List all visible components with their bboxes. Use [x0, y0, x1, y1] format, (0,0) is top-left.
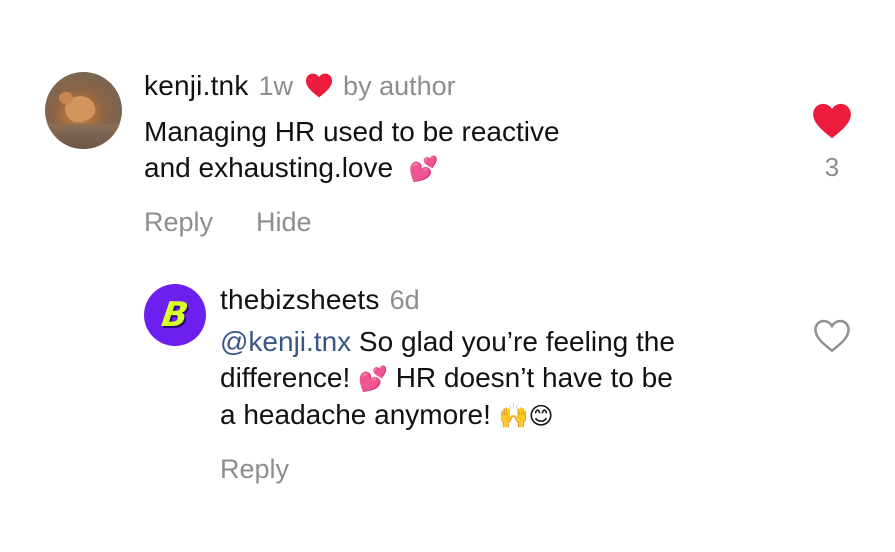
reply-button[interactable]: Reply: [144, 207, 213, 238]
reply-text-line2-wrap: difference! 💕 HR doesn’t have to be: [220, 360, 675, 397]
comment-header: kenji.tnk 1w by author: [144, 70, 456, 102]
author-liked-heart-icon: [305, 73, 333, 103]
avatar-cat-head: [59, 92, 73, 104]
commenter-avatar[interactable]: [45, 72, 122, 149]
hearts-emoji: 💕: [358, 365, 388, 393]
reply-like: [813, 319, 851, 358]
hearts-emoji: 💕: [408, 155, 439, 183]
comment-text-line2: and exhausting.love: [144, 152, 394, 183]
replier-avatar[interactable]: B: [144, 284, 206, 346]
like-count[interactable]: 3: [825, 152, 839, 183]
reply-text-line1-wrap: @kenji.tnx So glad you’re feeling the: [220, 324, 675, 360]
mention-link[interactable]: @kenji.tnx: [220, 326, 351, 357]
by-author-label: by author: [343, 71, 456, 101]
comment-text-line1: Managing HR used to be reactive: [144, 116, 560, 147]
reply-text: @kenji.tnx So glad you’re feeling the di…: [220, 324, 675, 434]
reply-text-line1: So glad you’re feeling the: [351, 326, 675, 357]
like-heart-icon[interactable]: [812, 103, 852, 144]
comment-text-line2-wrap: and exhausting.love 💕: [144, 150, 560, 187]
comment-timestamp: 1w: [258, 71, 294, 101]
comment-username[interactable]: kenji.tnk: [144, 70, 249, 102]
reply-text-line3: a headache anymore!: [220, 399, 499, 430]
reply-timestamp: 6d: [389, 285, 420, 315]
like-heart-outline-icon[interactable]: [813, 319, 851, 358]
avatar-ground: [45, 124, 122, 149]
comment-text: Managing HR used to be reactive and exha…: [144, 114, 560, 187]
avatar-logo-letter: B: [159, 295, 191, 335]
reply-text-line3-wrap: a headache anymore! 🙌😊: [220, 397, 675, 434]
hide-button[interactable]: Hide: [256, 207, 312, 238]
reply-text-line2b: HR doesn’t have to be: [387, 362, 673, 393]
reply-reply-button[interactable]: Reply: [220, 454, 289, 485]
raised-hands-smile-emoji: 🙌😊: [498, 402, 554, 430]
reply-header: thebizsheets 6d: [220, 284, 420, 316]
reply-text-line2a: difference!: [220, 362, 359, 393]
reply-username[interactable]: thebizsheets: [220, 284, 380, 316]
comment-like: 3: [812, 103, 852, 183]
